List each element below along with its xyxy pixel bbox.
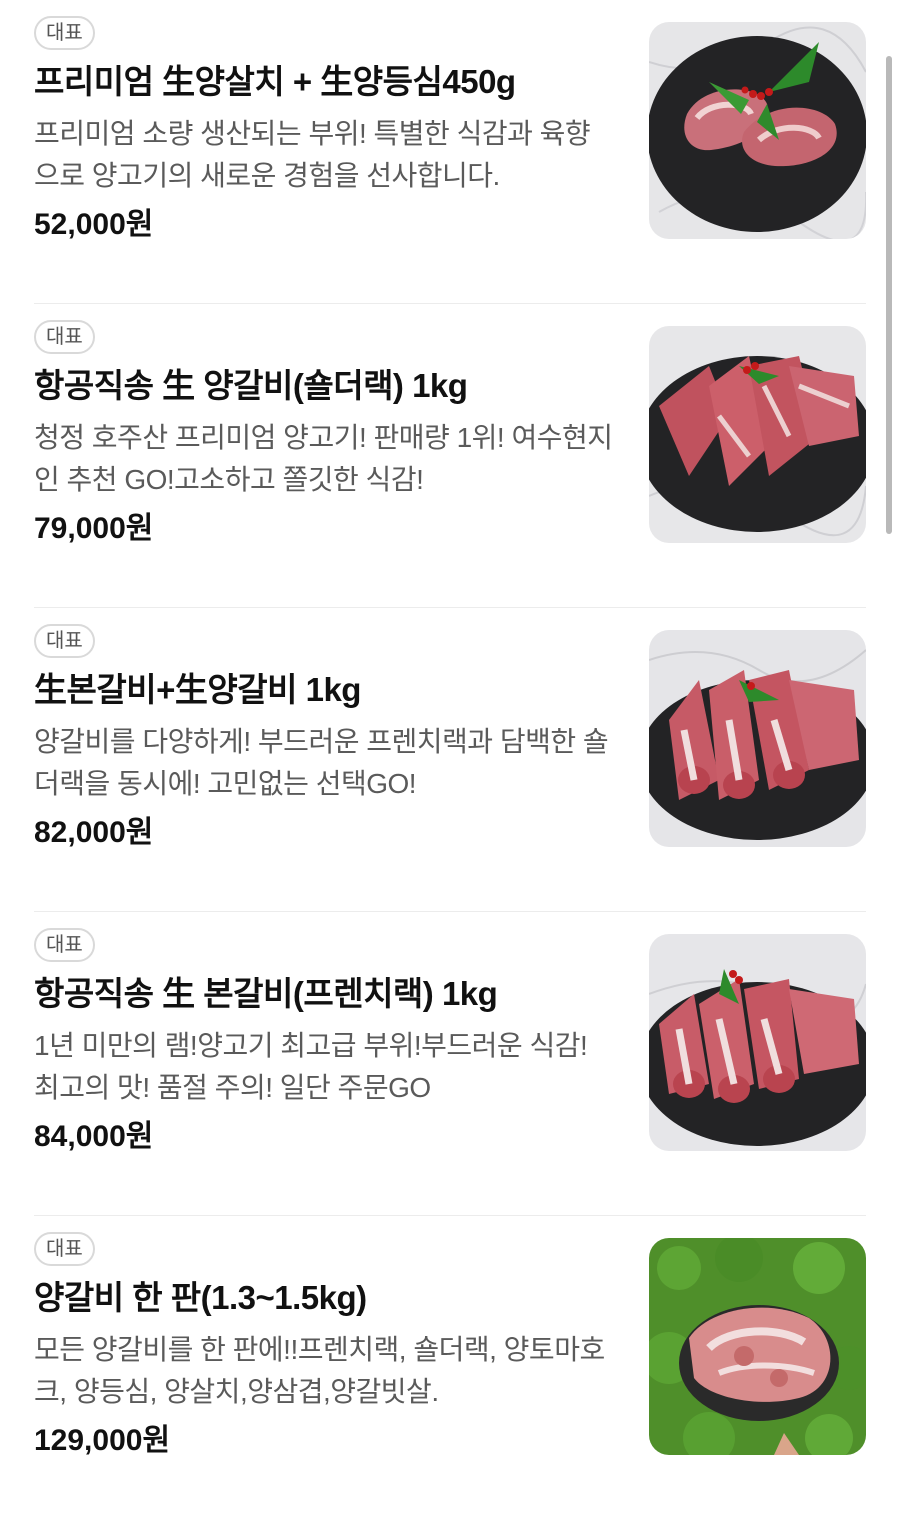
menu-item-price: 82,000원 <box>34 816 154 849</box>
menu-list: 대표 프리미엄 生양살치 + 生양등심450g 프리미엄 소량 생산되는 부위!… <box>0 0 900 1520</box>
menu-item[interactable]: 대표 항공직송 生 본갈비(프렌치랙) 1kg 1년 미만의 램!양고기 최고급… <box>0 912 900 1216</box>
menu-item-description: 양갈비를 다양하게! 부드러운 프렌치랙과 담백한 숄더랙을 동시에! 고민없는… <box>34 726 609 799</box>
menu-item-photo[interactable] <box>649 934 866 1151</box>
menu-item-photo[interactable] <box>649 630 866 847</box>
scrollbar[interactable] <box>886 56 892 534</box>
menu-item-price: 129,000원 <box>34 1424 171 1457</box>
menu-item-title: 항공직송 生 본갈비(프렌치랙) 1kg <box>34 975 498 1012</box>
menu-item-title: 양갈비 한 판(1.3~1.5kg) <box>34 1279 367 1316</box>
menu-item-price: 79,000원 <box>34 512 154 545</box>
menu-item-description: 모든 양갈비를 한 판에!!프렌치랙, 숄더랙, 양토마호크, 양등심, 양살치… <box>34 1334 605 1407</box>
representative-badge: 대표 <box>34 624 95 658</box>
menu-item-description: 프리미엄 소량 생산되는 부위! 특별한 식감과 육향으로 양고기의 새로운 경… <box>34 118 591 191</box>
menu-item-price: 52,000원 <box>34 208 154 241</box>
representative-badge: 대표 <box>34 16 95 50</box>
menu-item-photo[interactable] <box>649 326 866 543</box>
menu-item-title: 生본갈비+生양갈비 1kg <box>34 671 361 708</box>
menu-item[interactable]: 대표 양갈비 한 판(1.3~1.5kg) 모든 양갈비를 한 판에!!프렌치랙… <box>0 1216 900 1520</box>
menu-item-photo[interactable] <box>649 22 866 239</box>
representative-badge: 대표 <box>34 320 95 354</box>
menu-item-title: 항공직송 生 양갈비(숄더랙) 1kg <box>34 367 468 404</box>
menu-item-title: 프리미엄 生양살치 + 生양등심450g <box>34 63 516 100</box>
representative-badge: 대표 <box>34 1232 95 1266</box>
menu-item[interactable]: 대표 生본갈비+生양갈비 1kg 양갈비를 다양하게! 부드러운 프렌치랙과 담… <box>0 608 900 912</box>
menu-item-photo[interactable] <box>649 1238 866 1455</box>
menu-item[interactable]: 대표 프리미엄 生양살치 + 生양등심450g 프리미엄 소량 생산되는 부위!… <box>0 0 900 304</box>
representative-badge: 대표 <box>34 928 95 962</box>
menu-item-price: 84,000원 <box>34 1120 154 1153</box>
menu-item-description: 청정 호주산 프리미엄 양고기! 판매량 1위! 여수현지인 추천 GO!고소하… <box>34 422 613 495</box>
menu-item-description: 1년 미만의 램!양고기 최고급 부위!부드러운 식감! 최고의 맛! 품절 주… <box>34 1030 588 1103</box>
menu-item[interactable]: 대표 항공직송 生 양갈비(숄더랙) 1kg 청정 호주산 프리미엄 양고기! … <box>0 304 900 608</box>
